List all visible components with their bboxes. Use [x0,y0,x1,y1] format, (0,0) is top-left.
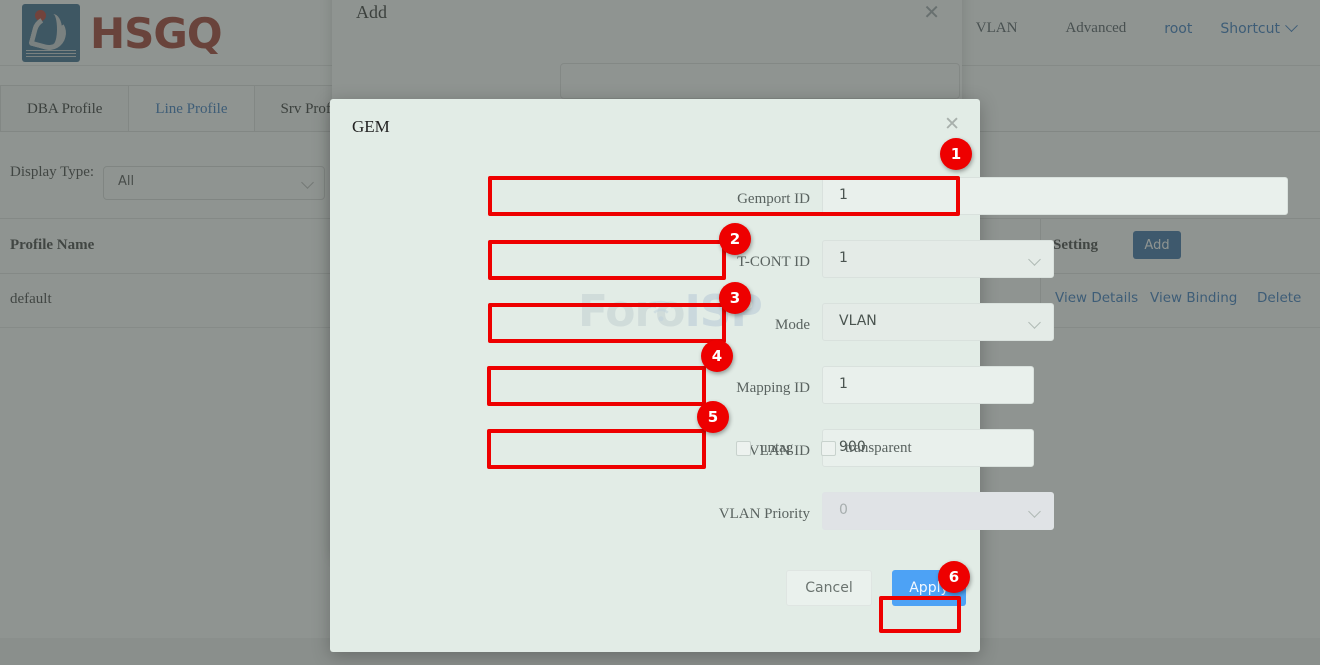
vlan-priority-select: 0 [822,492,1054,530]
vlan-priority-value: 0 [839,502,848,518]
gemport-id-value: 1 [839,187,848,203]
annotation-badge-3: 3 [719,282,751,314]
mapping-id-input[interactable]: 1 [822,366,1034,404]
checkbox-untag[interactable]: untag [736,440,793,457]
tcont-id-label: T-CONT ID [340,254,810,271]
checkbox-box-icon [736,441,751,456]
chevron-down-icon [1028,253,1041,266]
cancel-button[interactable]: Cancel [786,570,872,606]
field-row-gemport-id: Gemport ID 1 [330,177,980,227]
mode-select[interactable]: VLAN [822,303,1054,341]
mapping-id-value: 1 [839,376,848,392]
vlan-priority-label: VLAN Priority [340,506,810,523]
mapping-id-label: Mapping ID [340,380,810,397]
gemport-id-label: Gemport ID [340,191,810,208]
mode-value: VLAN [839,313,877,329]
field-row-vlan-id: VLAN ID 900 untag transparent [330,429,980,479]
field-row-mapping-id: Mapping ID 1 [330,366,980,416]
gem-dialog-title: GEM [352,117,390,137]
checkbox-transparent-label: transparent [845,440,912,457]
mode-label: Mode [340,317,810,334]
tcont-id-value: 1 [839,250,848,266]
chevron-down-icon [1028,505,1041,518]
field-row-mode: Mode VLAN [330,303,980,353]
gemport-id-input[interactable]: 1 [822,177,1288,215]
field-row-vlan-priority: VLAN Priority 0 [330,492,980,542]
chevron-down-icon [1028,316,1041,329]
checkbox-box-icon [821,441,836,456]
gem-dialog-footer: Cancel Apply [330,570,980,652]
close-icon[interactable]: ✕ [944,115,960,134]
checkbox-untag-label: untag [760,440,793,457]
field-row-tcont-id: T-CONT ID 1 [330,240,980,290]
annotation-badge-2: 2 [719,223,751,255]
annotation-badge-1: 1 [940,138,972,170]
checkbox-transparent[interactable]: transparent [821,440,912,457]
annotation-badge-6: 6 [938,561,970,593]
annotation-badge-5: 5 [697,401,729,433]
tcont-id-select[interactable]: 1 [822,240,1054,278]
gem-dialog: GEM ✕ ForoISP Gemport ID 1 T-CONT ID 1 [330,99,980,652]
screen: HSGQ VLAN Advanced root Shortcut DBA Pro… [0,0,1320,665]
annotation-badge-4: 4 [701,340,733,372]
